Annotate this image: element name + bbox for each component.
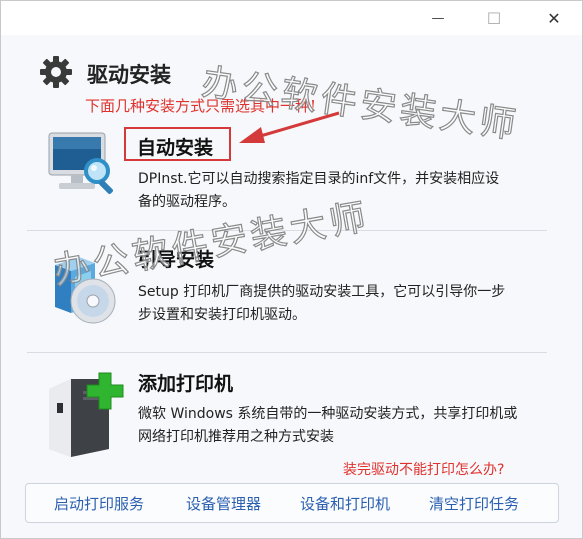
setup-disc-icon [55, 257, 116, 324]
option-description: Setup 打印机厂商提供的驱动安装工具，它可以引导你一步步设置和安装打印机驱动… [138, 284, 506, 323]
maximize-icon: ☐ [486, 8, 502, 28]
clear-print-queue-link[interactable]: 清空打印任务 [429, 493, 519, 514]
device-manager-link[interactable]: 设备管理器 [186, 493, 261, 514]
main-content: 驱动安装 下面几种安装方式只需选其中一种! 自动安装 DPInst.它可以自动搜… [1, 35, 582, 538]
instruction-hint: 下面几种安装方式只需选其中一种! [85, 97, 317, 115]
close-icon: ✕ [547, 8, 561, 28]
title-bar: — ☐ ✕ [1, 1, 582, 35]
bottom-action-bar: 启动打印服务 设备管理器 设备和打印机 清空打印任务 [25, 483, 559, 523]
minimize-button[interactable]: — [415, 1, 461, 35]
driver-install-window: — ☐ ✕ 驱动安装 下面几种安装方式只需选其中一种! 自动安装 DPInst.… [0, 0, 583, 539]
monitor-search-icon [48, 132, 113, 194]
page-title: 驱动安装 [87, 63, 171, 87]
option-description: 微软 Windows 系统自带的一种驱动安装方式，共享打印机或网络打印机推荐用之… [138, 406, 518, 445]
option-title: 添加打印机 [138, 373, 234, 395]
start-print-service-link[interactable]: 启动打印服务 [54, 493, 144, 514]
divider [27, 230, 547, 231]
cannot-print-help-link[interactable]: 装完驱动不能打印怎么办? [343, 459, 504, 479]
divider [27, 352, 547, 353]
devices-and-printers-link[interactable]: 设备和打印机 [300, 493, 390, 514]
option-description: DPInst.它可以自动搜索指定目录的inf文件，并安装相应设备的驱动程序。 [138, 171, 500, 210]
gear-icon [40, 56, 72, 88]
option-title: 引导安装 [138, 249, 215, 271]
option-title: 自动安装 [137, 137, 214, 159]
minimize-icon: — [431, 10, 445, 26]
add-printer-icon [49, 372, 124, 457]
close-button[interactable]: ✕ [531, 1, 577, 35]
maximize-button[interactable]: ☐ [471, 1, 517, 35]
